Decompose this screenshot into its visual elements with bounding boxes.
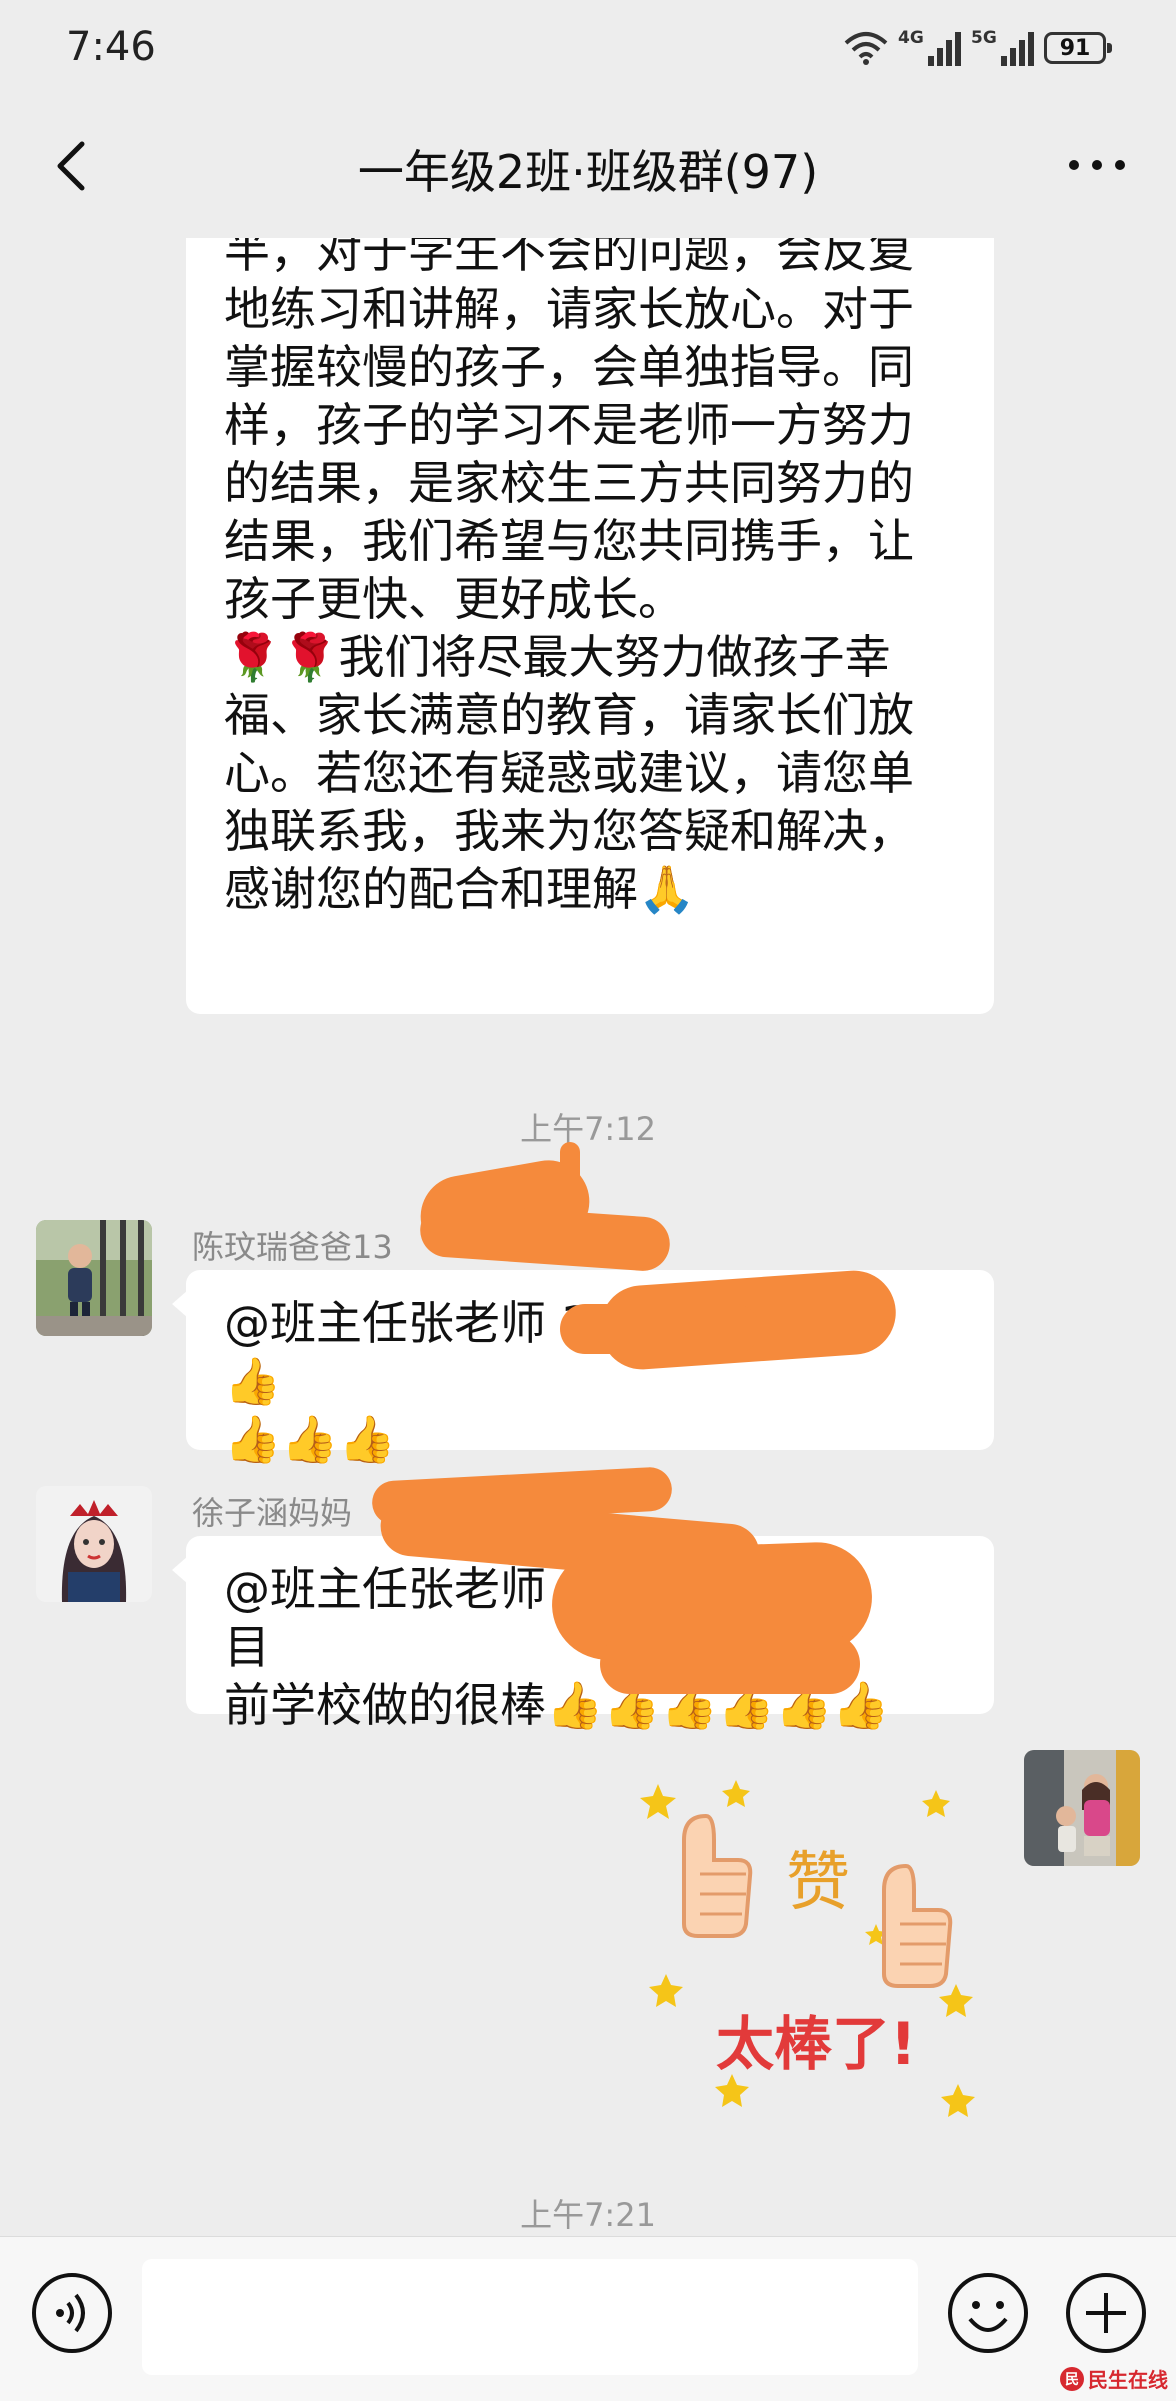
status-time: 7:46 bbox=[66, 24, 156, 70]
avatar[interactable] bbox=[36, 1486, 152, 1602]
timestamp: 上午7:21 bbox=[520, 2196, 656, 2234]
timestamp: 上午7:12 bbox=[520, 1110, 656, 1148]
battery-icon: 91 bbox=[1044, 32, 1112, 64]
input-bar: 民 民生在线 bbox=[0, 2236, 1176, 2401]
sender-name: 徐子涵妈妈 bbox=[192, 1494, 353, 1532]
sender-name: 陈玟瑞爸爸13 bbox=[192, 1228, 393, 1266]
avatar[interactable] bbox=[36, 1220, 152, 1336]
chat-header: 一年级2班·班级群(97) bbox=[0, 100, 1176, 238]
voice-input-icon[interactable] bbox=[30, 2271, 114, 2355]
message-list[interactable]: 半，对于学生不会的问题，会反复 地练习和讲解，请家长放心。对于 掌握较慢的孩子，… bbox=[0, 238, 1176, 2236]
plus-icon[interactable] bbox=[1064, 2271, 1148, 2355]
teacher-message-text: 半，对于学生不会的问题，会反复 地练习和讲解，请家长放心。对于 掌握较慢的孩子，… bbox=[224, 238, 914, 916]
wifi-icon bbox=[844, 32, 888, 65]
message-bubble[interactable]: @班主任张老师 1 目 前学校做的很棒👍👍👍👍👍👍 bbox=[186, 1536, 994, 1732]
status-bar: 7:46 4G 5G 91 bbox=[0, 0, 1176, 100]
chat-title: 一年级2班·班级群(97) bbox=[357, 145, 819, 199]
watermark: 民 民生在线 bbox=[1060, 2364, 1168, 2393]
sticker-message[interactable]: 赞 太棒了! bbox=[636, 1744, 996, 2124]
sticker-text-top: 赞 bbox=[786, 1846, 850, 1920]
message-bubble[interactable]: @班主任张老师 1 👍 👍👍👍 bbox=[186, 1270, 994, 1466]
message-text: @班主任张老师 1 目 前学校做的很棒👍👍👍👍👍👍 bbox=[224, 1562, 890, 1732]
status-icons: 4G 5G 91 bbox=[844, 26, 1112, 70]
sticker-text-bottom: 太棒了! bbox=[716, 2010, 916, 2078]
my-avatar[interactable] bbox=[1024, 1750, 1140, 1866]
watermark-logo-icon: 民 bbox=[1060, 2366, 1084, 2391]
signal-5g-icon: 5G bbox=[971, 28, 1034, 66]
thumbs-up-icon bbox=[882, 1863, 953, 1988]
message-text: @班主任张老师 1 👍 👍👍👍 bbox=[224, 1296, 590, 1466]
signal-4g-icon: 4G bbox=[898, 28, 961, 66]
more-options-icon[interactable] bbox=[1062, 140, 1132, 190]
message-input[interactable] bbox=[142, 2259, 918, 2375]
teacher-message-bubble[interactable]: 半，对于学生不会的问题，会反复 地练习和讲解，请家长放心。对于 掌握较慢的孩子，… bbox=[186, 238, 994, 1014]
emoji-icon[interactable] bbox=[946, 2271, 1030, 2355]
thumbs-up-icon bbox=[682, 1813, 753, 1938]
